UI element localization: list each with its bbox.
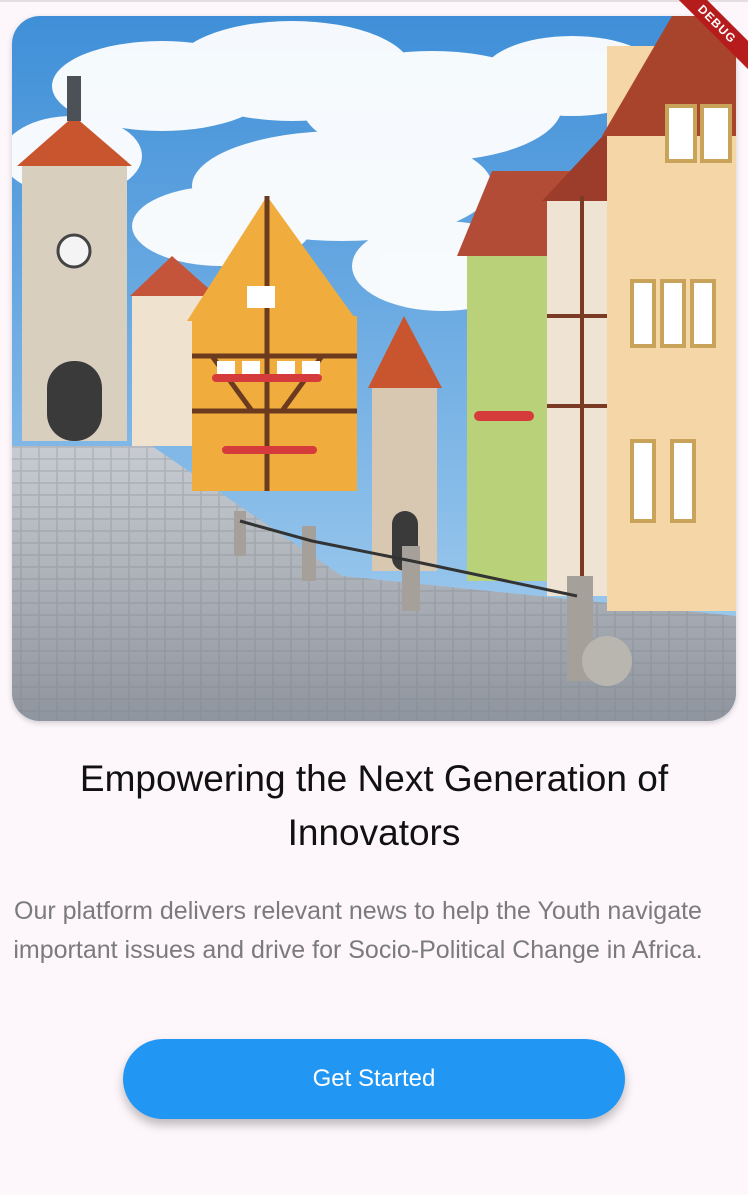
page-title: Empowering the Next Generation of Innova…	[79, 758, 669, 853]
page-description: Our platform delivers relevant news to h…	[13, 897, 703, 964]
town-street-illustration	[12, 16, 736, 721]
hero-image	[12, 16, 736, 721]
status-divider	[0, 0, 748, 2]
get-started-button[interactable]: Get Started	[123, 1039, 625, 1119]
